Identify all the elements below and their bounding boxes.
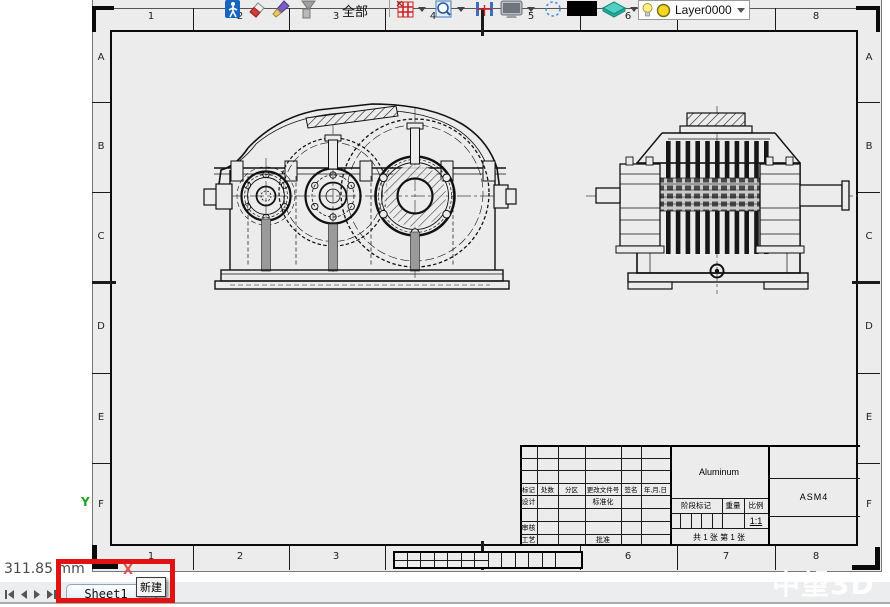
watermark: 中望3D — [772, 563, 875, 603]
layer-bulb-icon — [641, 2, 654, 18]
eraser-icon[interactable] — [247, 0, 267, 19]
zone-letter: F — [94, 499, 108, 510]
zone-letter: E — [94, 412, 108, 423]
title-block-label: 比例 — [744, 498, 768, 513]
title-block-label: 分区 — [558, 483, 585, 495]
next-sheet-button[interactable] — [31, 588, 44, 601]
filter-funnel-icon[interactable] — [299, 0, 319, 19]
metric-graduation-strip — [393, 551, 583, 569]
layer-name: Layer0000 — [675, 3, 732, 17]
scale-value: 1:1 — [744, 513, 768, 528]
solid-body-icon[interactable] — [601, 0, 621, 19]
measure-distance-icon[interactable] — [474, 0, 494, 19]
zone-number: 5 — [521, 11, 541, 22]
filter-scope-label[interactable]: 全部 — [342, 1, 368, 20]
highlight-annotation-box — [56, 559, 175, 603]
title-block-label: 设计 — [520, 495, 537, 508]
y-axis-label: Y — [81, 495, 90, 509]
zone-letter: D — [862, 321, 876, 332]
zone-number: 3 — [326, 551, 346, 562]
title-block-label: 更改文件号 — [585, 483, 621, 495]
pattern-grid-icon[interactable] — [396, 0, 416, 19]
cad-application-canvas: 1 2 3 4 5 6 7 8 1 2 3 4 5 6 7 8 A B C D … — [0, 0, 890, 607]
title-block-label: 处数 — [537, 483, 558, 495]
zone-letter: E — [862, 412, 876, 423]
zone-number: 7 — [716, 551, 736, 562]
selection-circle-icon[interactable] — [543, 0, 563, 19]
dropdown-arrow-icon[interactable] — [630, 7, 638, 12]
front-view — [204, 104, 516, 289]
zone-number: 8 — [806, 551, 826, 562]
display-monitor-icon[interactable] — [500, 0, 520, 19]
zone-letter: F — [862, 499, 876, 510]
paint-brush-icon[interactable] — [271, 0, 291, 19]
title-block-label: 工艺 — [520, 534, 537, 546]
title-block-label: 标准化 — [585, 495, 621, 508]
title-block-label: 重量 — [722, 498, 744, 513]
drawing-number: ASM4 — [768, 478, 860, 516]
sheet-count: 共 1 张 第 1 张 — [670, 528, 768, 546]
layer-combobox[interactable]: Layer0000 — [638, 0, 750, 20]
title-block-label: 批准 — [585, 534, 621, 546]
material-value: Aluminum — [670, 445, 768, 498]
zone-number: 6 — [618, 551, 638, 562]
x-axis-label: X — [123, 563, 133, 578]
side-view — [586, 106, 858, 294]
zoom-page-icon[interactable] — [434, 0, 454, 19]
prev-sheet-button[interactable] — [17, 588, 30, 601]
title-block-label: 签名 — [621, 483, 641, 495]
drawing-views — [100, 26, 870, 300]
zone-number: 8 — [806, 11, 826, 22]
zone-number: 1 — [141, 11, 161, 22]
zone-number: 2 — [230, 551, 250, 562]
layer-color-icon — [656, 3, 671, 18]
title-block-label: 审核 — [520, 521, 537, 534]
title-block-label: 标记 — [520, 483, 537, 495]
combo-dropdown-arrow-icon[interactable] — [737, 8, 745, 13]
dropdown-arrow-icon[interactable] — [457, 7, 465, 12]
title-block-label: 阶段标记 — [670, 498, 722, 513]
title-block-label: 年,月,日 — [641, 483, 670, 495]
first-sheet-button[interactable] — [3, 588, 16, 601]
dropdown-arrow-icon[interactable] — [418, 7, 426, 12]
walk-mode-icon[interactable] — [224, 0, 244, 19]
color-swatch[interactable] — [567, 1, 597, 16]
zone-letter: D — [94, 321, 108, 332]
dropdown-arrow-icon[interactable] — [527, 7, 535, 12]
